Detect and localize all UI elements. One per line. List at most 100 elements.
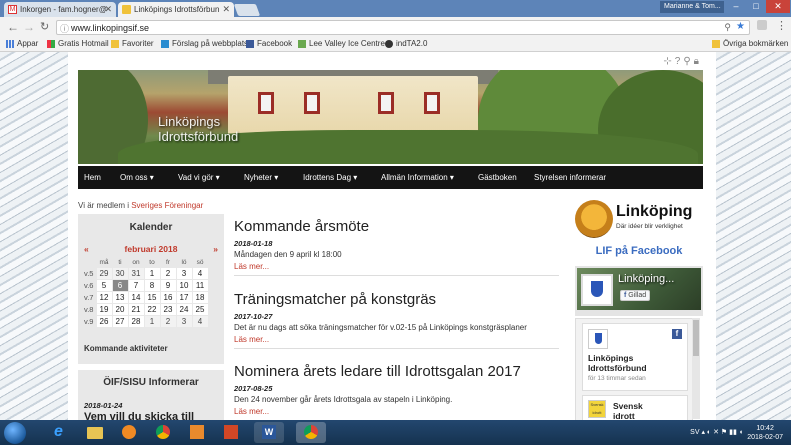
nav-item-nyheter[interactable]: Nyheter ▾: [244, 173, 278, 182]
calendar-day[interactable]: 24: [175, 302, 193, 316]
nav-item-styrelsen-informerar[interactable]: Styrelsen informerar: [534, 173, 606, 182]
nav-item-vad-vi-gor[interactable]: Vad vi gör ▾: [178, 173, 220, 182]
calendar-day[interactable]: 15: [143, 290, 161, 304]
scrollbar-thumb[interactable]: [693, 320, 699, 356]
system-tray[interactable]: SV ▴ ◐ ✕ ⚑ ▮▮ ◖: [690, 428, 743, 436]
close-icon[interactable]: ✕: [222, 2, 230, 17]
member-link[interactable]: Sveriges Föreningar: [131, 201, 203, 210]
calendar-day[interactable]: 16: [159, 290, 177, 304]
language-indicator[interactable]: SV: [690, 429, 699, 436]
maximize-button[interactable]: □: [746, 0, 766, 13]
chrome-icon[interactable]: [148, 422, 178, 443]
nav-item-om-oss[interactable]: Om oss ▾: [120, 173, 154, 182]
minimize-button[interactable]: ‒: [726, 0, 746, 13]
calendar-day[interactable]: 27: [111, 314, 129, 328]
calendar-day-today[interactable]: 6: [111, 278, 129, 292]
nav-item-idrottens-dag[interactable]: Idrottens Dag ▾: [303, 173, 357, 182]
close-window-button[interactable]: ✕: [766, 0, 790, 13]
bookmark-lee-valley[interactable]: Lee Valley Ice Centre: [298, 39, 385, 48]
page-info-icon[interactable]: ⓘ: [60, 22, 69, 35]
lock-icon[interactable]: 🔒︎: [694, 56, 702, 67]
start-button[interactable]: [4, 422, 26, 444]
post-author[interactable]: Linköpings Idrottsförbund: [588, 353, 684, 373]
calendar-day[interactable]: 1: [143, 314, 161, 328]
new-tab-button[interactable]: [233, 4, 261, 16]
calendar-day[interactable]: 9: [159, 278, 177, 292]
facebook-post[interactable]: f Linköpings Idrottsförbund för 13 timma…: [582, 323, 688, 391]
calendar-day[interactable]: 12: [95, 290, 113, 304]
extension-icon[interactable]: [757, 20, 767, 30]
clock[interactable]: 10:42 2018-02-07: [747, 424, 783, 442]
calendar-day[interactable]: 19: [95, 302, 113, 316]
bookmark-facebook[interactable]: Facebook: [246, 39, 292, 48]
close-icon[interactable]: ✕: [104, 2, 112, 17]
media-player-icon[interactable]: [114, 422, 144, 443]
forward-icon[interactable]: →: [23, 20, 35, 34]
word-icon[interactable]: W: [254, 422, 284, 443]
bookmark-apps[interactable]: Appar: [6, 39, 38, 48]
nav-item-hem[interactable]: Hem: [84, 173, 101, 182]
zoom-icon[interactable]: ⚲: [724, 22, 731, 33]
post-author[interactable]: Svensk idrott: [613, 401, 643, 420]
facebook-post[interactable]: Svensk idrott Svensk idrott: [582, 395, 688, 420]
calendar-day[interactable]: 11: [191, 278, 209, 292]
calendar-day[interactable]: 28: [127, 314, 145, 328]
calendar-day[interactable]: 1: [143, 266, 161, 280]
calendar-day[interactable]: 3: [175, 266, 193, 280]
read-more-link[interactable]: Läs mer...: [234, 335, 559, 344]
feed-scrollbar[interactable]: [692, 318, 700, 419]
calendar-day[interactable]: 10: [175, 278, 193, 292]
back-icon[interactable]: ←: [7, 20, 19, 34]
bookmark-star-icon[interactable]: ★: [736, 21, 745, 32]
calendar-day[interactable]: 18: [191, 290, 209, 304]
calendar-day[interactable]: 2: [159, 314, 177, 328]
calendar-day[interactable]: 14: [127, 290, 145, 304]
calendar-day[interactable]: 8: [143, 278, 161, 292]
calendar-day[interactable]: 23: [159, 302, 177, 316]
linkoping-logo[interactable]: Linköping Där idéer blir verklighet: [575, 200, 703, 238]
calendar-day[interactable]: 5: [95, 278, 113, 292]
calendar-day[interactable]: 2: [159, 266, 177, 280]
menu-icon[interactable]: ⋮: [776, 19, 787, 32]
calendar-day[interactable]: 22: [143, 302, 161, 316]
bookmark-favoriter[interactable]: Favoriter: [111, 39, 154, 48]
calendar-day[interactable]: 25: [191, 302, 209, 316]
nav-item-allman-information[interactable]: Allmän Information ▾: [381, 173, 454, 182]
facebook-like-button[interactable]: f Gillad: [620, 290, 651, 301]
nav-item-gastboken[interactable]: Gästboken: [478, 173, 517, 182]
article-title[interactable]: Kommande årsmöte: [234, 218, 559, 236]
url-input[interactable]: ⓘ www.linkopingsif.se ⚲ ★: [56, 20, 750, 35]
file-explorer-icon[interactable]: [80, 422, 110, 443]
calendar-day[interactable]: 26: [95, 314, 113, 328]
calendar-day[interactable]: 17: [175, 290, 193, 304]
facebook-page-widget[interactable]: Linköping... f Gillad: [575, 266, 703, 316]
read-more-link[interactable]: Läs mer...: [234, 262, 559, 271]
informerar-headline[interactable]: Vem vill du skicka till: [84, 411, 194, 420]
calendar-day[interactable]: 31: [127, 266, 145, 280]
calendar-day[interactable]: 20: [111, 302, 129, 316]
calendar-day[interactable]: 7: [127, 278, 145, 292]
bookmark-other[interactable]: Övriga bokmärken: [712, 39, 788, 48]
outlook-icon[interactable]: [182, 422, 212, 443]
bookmark-forslag[interactable]: Förslag på webbplats: [161, 39, 248, 48]
calendar-day[interactable]: 13: [111, 290, 129, 304]
profile-button[interactable]: Marianne & Tom...: [660, 1, 724, 13]
read-more-link[interactable]: Läs mer...: [234, 407, 559, 416]
search-icon[interactable]: ⚲: [683, 56, 693, 67]
bookmark-hotmail[interactable]: Gratis Hotmail: [47, 39, 109, 48]
tab-linkopingsif[interactable]: Linköpings Idrottsförbun ✕: [118, 2, 234, 17]
bookmark-indta[interactable]: indTA2.0: [385, 39, 427, 48]
calendar-day[interactable]: 30: [111, 266, 129, 280]
ie-icon[interactable]: e: [46, 422, 76, 443]
powerpoint-icon[interactable]: [216, 422, 246, 443]
tab-gmail[interactable]: M Inkorgen - fam.hogner@ ✕: [4, 2, 116, 17]
calendar-day[interactable]: 4: [191, 266, 209, 280]
calendar-day[interactable]: 29: [95, 266, 113, 280]
article-title[interactable]: Nominera årets ledare till Idrottsgalan …: [234, 363, 559, 381]
calendar-next-button[interactable]: »: [213, 244, 218, 254]
calendar-day[interactable]: 3: [175, 314, 193, 328]
reload-icon[interactable]: ↻: [40, 20, 49, 33]
chrome-active-icon[interactable]: [296, 422, 326, 443]
facebook-page-name[interactable]: Linköping...: [618, 273, 674, 285]
sitemap-icon[interactable]: ⊹: [663, 56, 674, 67]
